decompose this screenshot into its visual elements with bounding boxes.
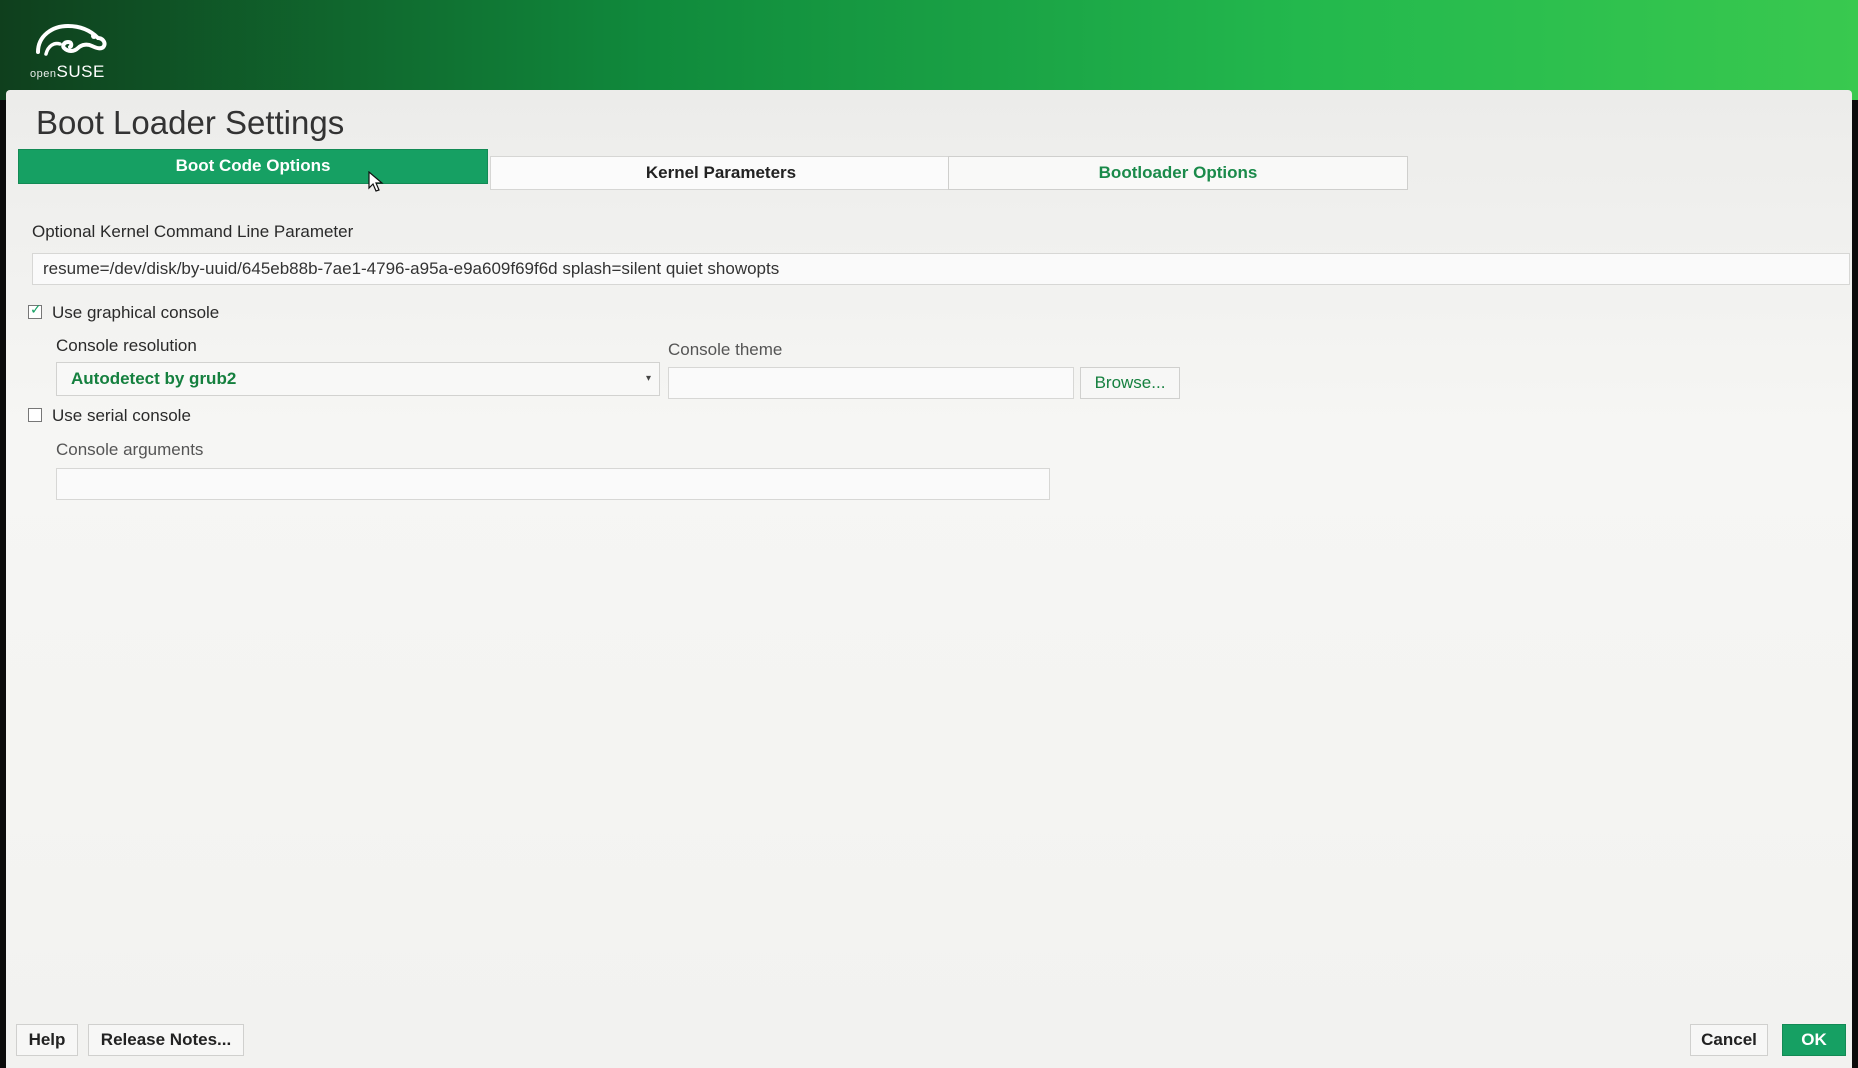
console-arguments-input[interactable] xyxy=(56,468,1050,500)
console-resolution-select[interactable]: Autodetect by grub2 ▾ xyxy=(56,362,660,396)
page-title: Boot Loader Settings xyxy=(36,104,345,141)
kernel-param-label: Optional Kernel Command Line Parameter xyxy=(32,222,354,241)
main-panel: Boot Loader Settings Boot Code Options K… xyxy=(6,90,1852,1068)
console-arguments-label: Console arguments xyxy=(56,440,204,459)
chameleon-icon xyxy=(36,23,107,56)
opensuse-logo: openSUSE xyxy=(28,22,118,81)
kernel-param-input[interactable]: resume=/dev/disk/by-uuid/645eb88b-7ae1-4… xyxy=(32,253,1850,285)
tab-kernel-parameters[interactable]: Kernel Parameters xyxy=(490,156,952,190)
console-resolution-value: Autodetect by grub2 xyxy=(71,369,237,388)
help-button[interactable]: Help xyxy=(16,1024,78,1056)
installer-screen: openSUSE Boot Loader Settings Boot Code … xyxy=(0,0,1858,1068)
serial-console-checkbox[interactable] xyxy=(28,408,42,422)
checkmark-icon: ✓ xyxy=(30,301,42,317)
dropdown-arrow-icon: ▾ xyxy=(645,373,651,384)
console-theme-label: Console theme xyxy=(668,340,783,359)
release-notes-button[interactable]: Release Notes... xyxy=(88,1024,244,1056)
console-theme-input[interactable] xyxy=(668,367,1074,399)
ok-button[interactable]: OK xyxy=(1782,1024,1846,1056)
serial-console-label: Use serial console xyxy=(52,406,191,425)
console-resolution-label: Console resolution xyxy=(56,336,197,355)
cancel-button[interactable]: Cancel xyxy=(1690,1024,1768,1056)
tab-bootloader-options[interactable]: Bootloader Options xyxy=(948,156,1408,190)
browse-button[interactable]: Browse... xyxy=(1080,367,1180,399)
graphical-console-checkbox[interactable]: ✓ xyxy=(28,301,42,319)
graphical-console-label: Use graphical console xyxy=(52,303,220,322)
tab-boot-code-options[interactable]: Boot Code Options xyxy=(18,149,488,184)
mouse-pointer-icon xyxy=(368,171,384,192)
header-bar: openSUSE xyxy=(0,0,1858,100)
logo-text: openSUSE xyxy=(30,62,105,81)
